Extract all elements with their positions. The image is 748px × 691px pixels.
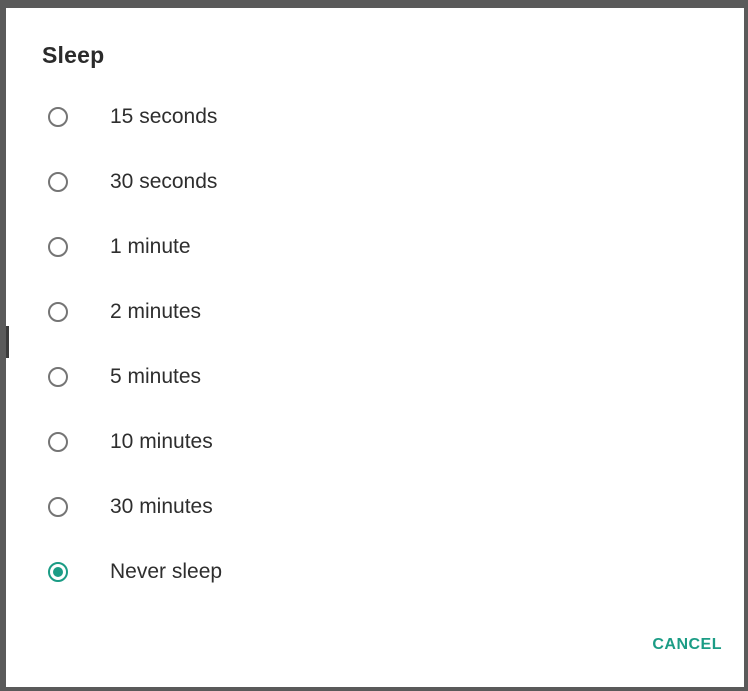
option-30-seconds[interactable]: 30 seconds bbox=[6, 149, 744, 214]
option-label: 2 minutes bbox=[110, 299, 202, 323]
option-label: 1 minute bbox=[110, 234, 191, 258]
option-2-minutes[interactable]: 2 minutes bbox=[6, 279, 744, 344]
radio-button[interactable] bbox=[48, 106, 68, 127]
cancel-button[interactable]: CANCEL bbox=[652, 636, 722, 654]
dialog-frame: Sleep 15 seconds 30 seconds 1 minute 2 m… bbox=[0, 0, 748, 691]
option-label: 5 minutes bbox=[110, 364, 202, 388]
option-label: 15 seconds bbox=[110, 104, 218, 128]
option-1-minute[interactable]: 1 minute bbox=[6, 214, 744, 279]
option-label: 30 minutes bbox=[110, 494, 213, 518]
option-5-minutes[interactable]: 5 minutes bbox=[6, 344, 744, 409]
sleep-options-list: 15 seconds 30 seconds 1 minute 2 minutes… bbox=[6, 84, 744, 604]
option-never-sleep[interactable]: Never sleep bbox=[6, 539, 744, 604]
radio-button[interactable] bbox=[48, 236, 68, 257]
radio-button[interactable] bbox=[48, 366, 68, 387]
option-label: Never sleep bbox=[110, 559, 223, 583]
dialog-title: Sleep bbox=[42, 42, 105, 68]
option-30-minutes[interactable]: 30 minutes bbox=[6, 474, 744, 539]
radio-button-selected[interactable] bbox=[48, 561, 68, 582]
radio-button[interactable] bbox=[48, 171, 68, 192]
option-15-seconds[interactable]: 15 seconds bbox=[6, 84, 744, 149]
radio-button[interactable] bbox=[48, 301, 68, 322]
radio-button[interactable] bbox=[48, 496, 68, 517]
option-10-minutes[interactable]: 10 minutes bbox=[6, 409, 744, 474]
radio-button[interactable] bbox=[48, 431, 68, 452]
sleep-dialog: Sleep 15 seconds 30 seconds 1 minute 2 m… bbox=[6, 8, 744, 687]
option-label: 10 minutes bbox=[110, 429, 213, 453]
option-label: 30 seconds bbox=[110, 169, 218, 193]
